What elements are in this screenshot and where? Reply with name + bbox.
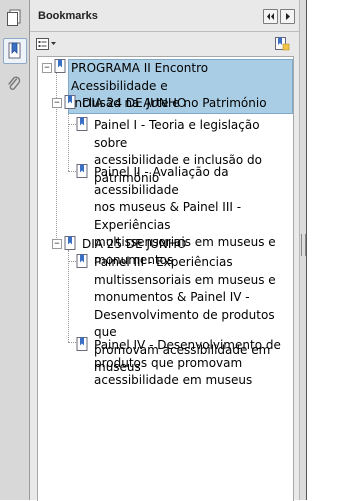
bookmark-label-line: nos museus & Painel III - Experiências <box>94 200 242 232</box>
navigation-pane-strip <box>0 0 30 500</box>
bookmark-label-line: Painel II - Avaliação da acessibilidade <box>94 165 229 197</box>
bookmark-icon <box>76 254 88 268</box>
bookmark-label-line: DIA 25 DE JUNHO <box>82 237 187 251</box>
tree-line <box>68 250 69 342</box>
bookmark-icon <box>64 236 76 250</box>
bookmark-label-line: PROGRAMA II Encontro Acessibilidade e <box>71 61 209 93</box>
bookmark-label-line: produtos que promovam <box>94 355 243 370</box>
bookmark-label-line: multissensoriais em museus e <box>94 272 276 287</box>
pane-splitter[interactable] <box>299 0 306 500</box>
bookmark-label-line: Painel III - Experiências <box>94 255 233 269</box>
bookmark-icon <box>64 95 76 109</box>
bookmarks-toolbar <box>30 32 299 56</box>
attachments-button[interactable] <box>3 72 25 96</box>
bookmark-label-line: monumentos & Painel IV - <box>94 290 250 304</box>
document-area <box>306 0 348 500</box>
bookmark-icon <box>76 117 88 131</box>
new-bookmark-button[interactable] <box>274 35 290 53</box>
bookmark-icon <box>76 164 88 178</box>
options-menu-icon <box>36 38 56 50</box>
bookmarks-button[interactable] <box>3 38 27 64</box>
bookmark-icon <box>54 59 66 73</box>
bookmark-day-2[interactable]: DIA 25 DE JUNHO <box>82 236 186 254</box>
collapse-toggle[interactable]: − <box>52 98 62 108</box>
bookmarks-panel: Bookmarks − PROGRAMA II Encontro Acessib… <box>30 0 299 501</box>
tree-line <box>68 109 69 171</box>
triangle-right-icon <box>286 13 290 20</box>
bookmark-label-line: DIA 24 DE JUNHO <box>82 96 187 110</box>
double-chevron-left-icon <box>267 13 274 20</box>
panel-menu-button[interactable] <box>280 9 295 24</box>
bookmark-label-line: acessibilidade em museus <box>94 373 253 387</box>
pages-icon <box>7 9 21 26</box>
page-thumbnails-button[interactable] <box>3 6 25 30</box>
collapse-panel-button[interactable] <box>263 9 278 24</box>
bookmark-label-line: Painel I - Teoria e legislação sobre <box>94 118 260 150</box>
paperclip-icon <box>8 76 21 90</box>
collapse-toggle[interactable]: − <box>52 239 62 249</box>
bookmark-icon <box>76 337 88 351</box>
bookmarks-tree: − PROGRAMA II Encontro Acessibilidade e … <box>37 56 294 501</box>
bookmark-painel-4[interactable]: Painel IV - Desenvolvimento de produtos … <box>94 337 281 390</box>
panel-header: Bookmarks <box>30 0 299 32</box>
panel-title: Bookmarks <box>38 10 98 22</box>
bookmark-ribbon-icon <box>8 42 21 59</box>
bookmark-label-line: Painel IV - Desenvolvimento de <box>94 338 281 352</box>
bookmark-day-1[interactable]: DIA 24 DE JUNHO <box>82 95 186 113</box>
new-bookmark-icon <box>275 37 290 51</box>
options-button[interactable] <box>36 35 58 53</box>
collapse-toggle[interactable]: − <box>42 63 52 73</box>
